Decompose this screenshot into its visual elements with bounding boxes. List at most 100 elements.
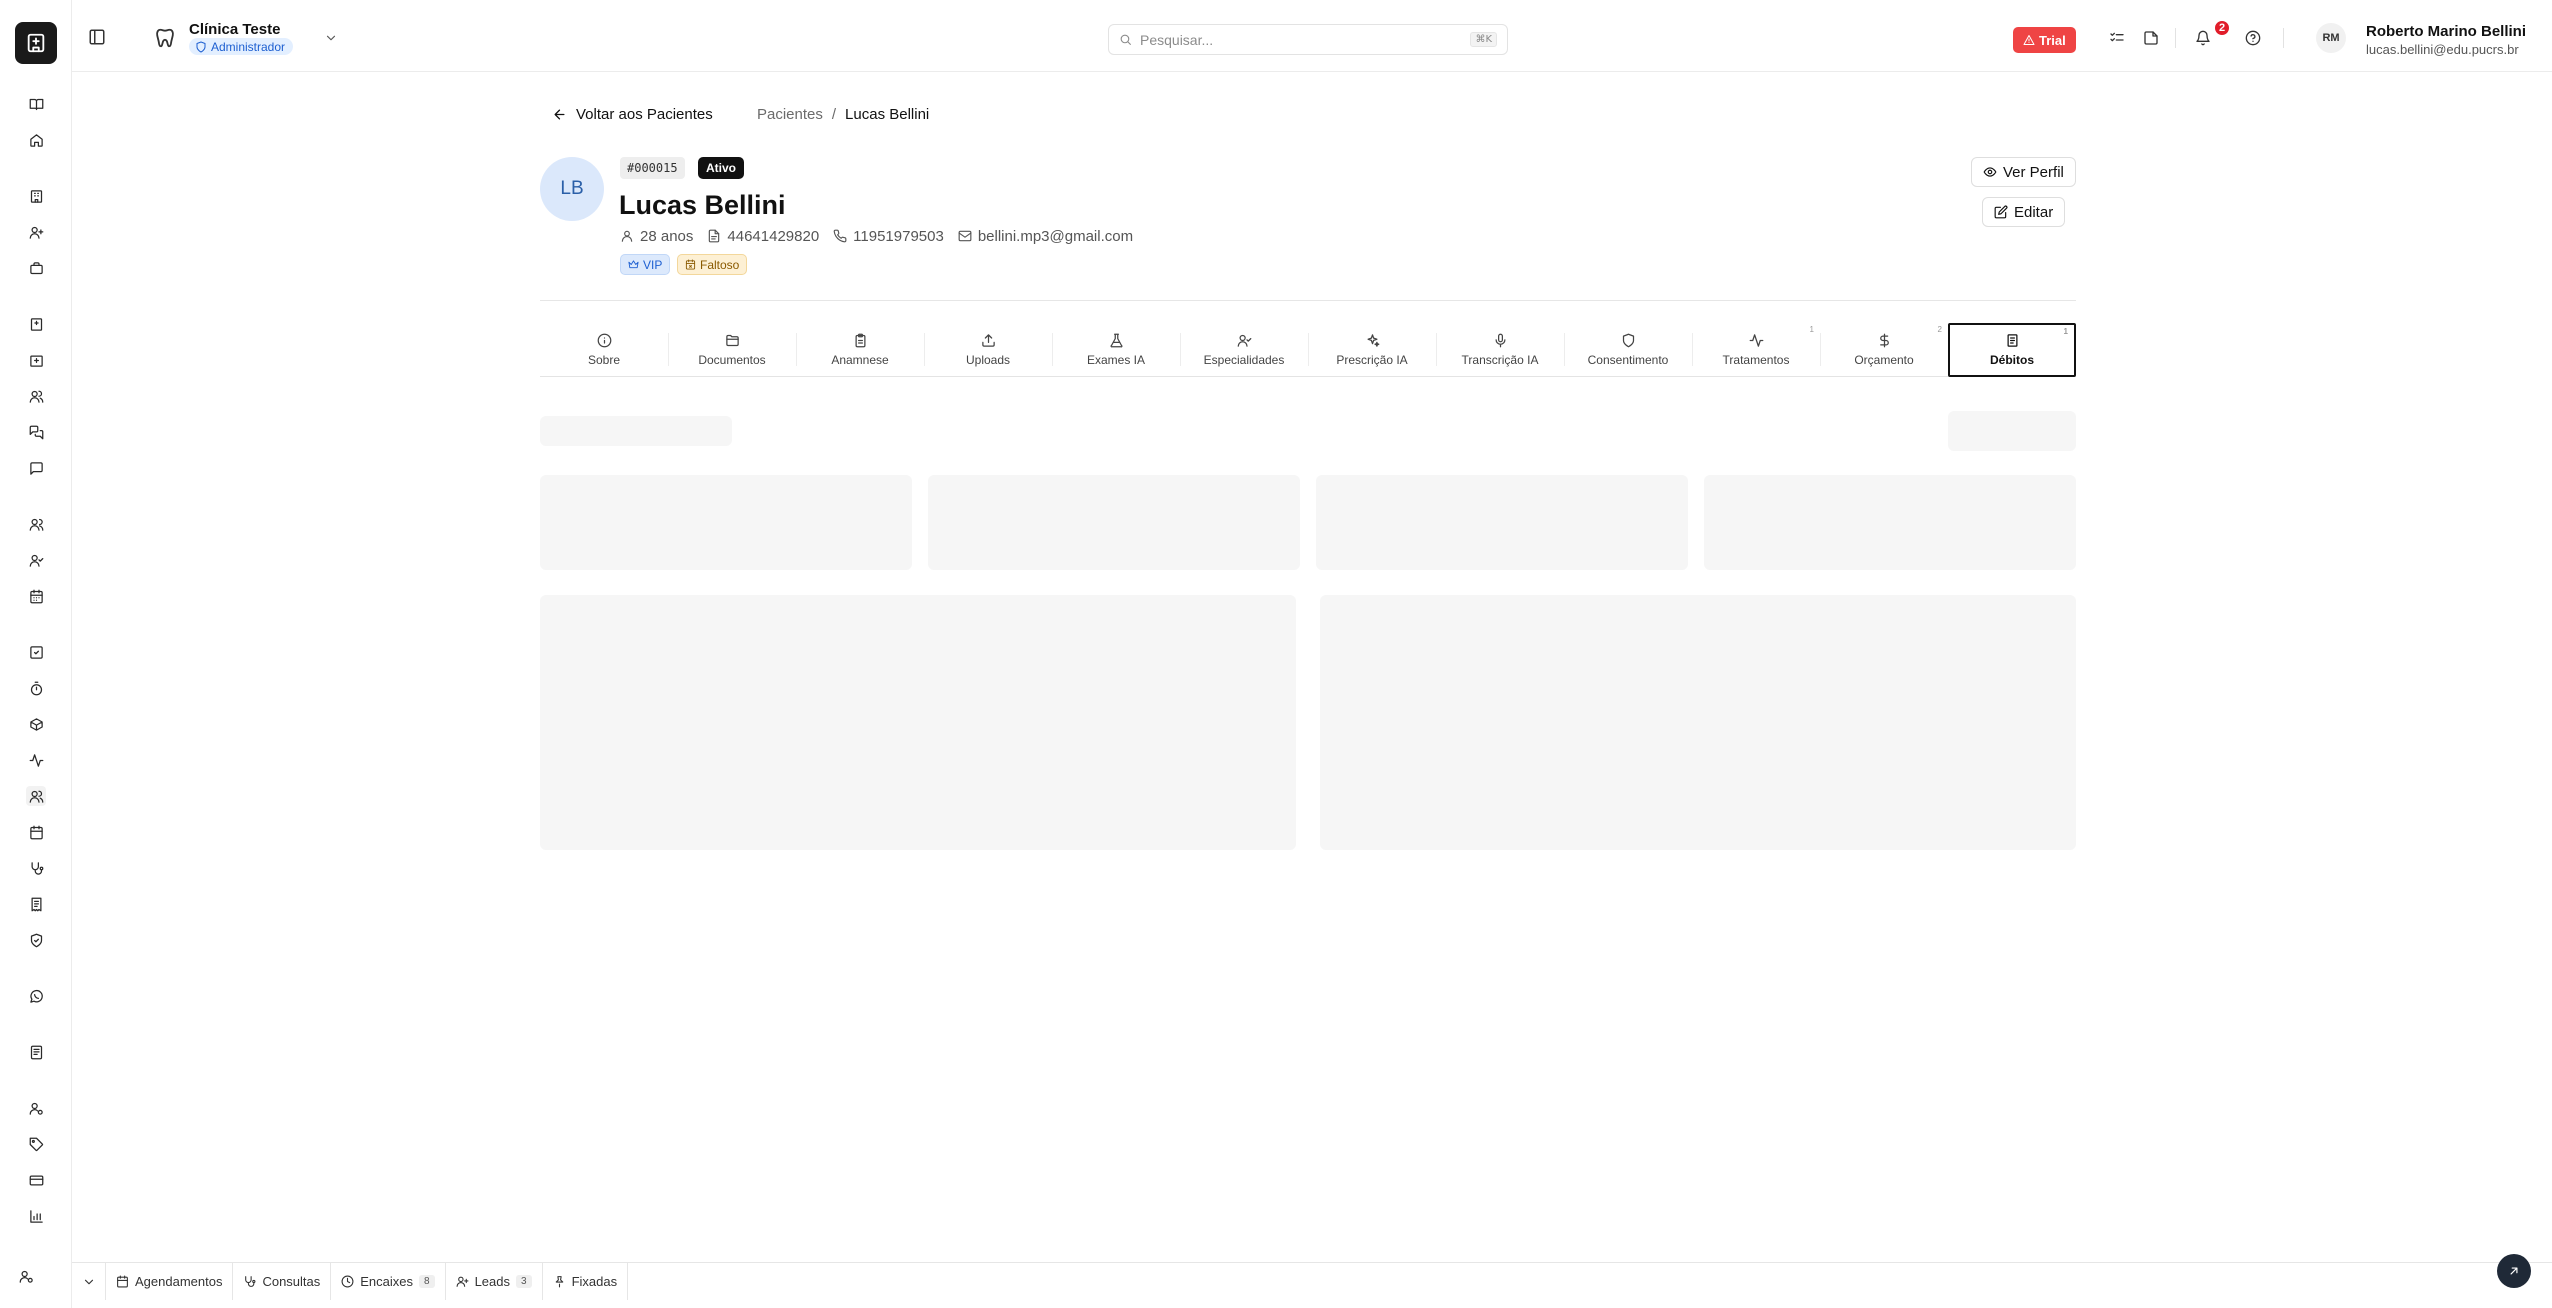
tab-exames-ia[interactable]: Exames IA xyxy=(1052,323,1180,377)
skeleton-stat-card xyxy=(1316,475,1688,570)
sidebar-item-tasks[interactable] xyxy=(26,642,46,662)
sidebar-item-package[interactable] xyxy=(26,714,46,734)
skeleton-stat-card xyxy=(540,475,912,570)
tab-especialidades[interactable]: Especialidades xyxy=(1180,323,1308,377)
sidebar-item-timer[interactable] xyxy=(26,678,46,698)
clinic-switcher-button[interactable] xyxy=(324,31,338,45)
sidebar-item-calendar[interactable] xyxy=(26,586,46,606)
sidebar-item-hospital[interactable] xyxy=(26,350,46,370)
sidebar-item-card[interactable] xyxy=(26,1170,46,1190)
sidebar-item-clinic[interactable] xyxy=(26,314,46,334)
sidebar-toggle-button[interactable] xyxy=(88,28,106,46)
sidebar-item-patients[interactable] xyxy=(26,786,46,806)
patient-phone: 11951979503 xyxy=(833,228,944,245)
checklist-button[interactable] xyxy=(2109,30,2125,46)
section-divider xyxy=(540,300,2076,301)
user-cog-icon xyxy=(19,1270,33,1283)
user-cog-icon xyxy=(29,1102,43,1115)
patient-document-value: 44641429820 xyxy=(727,227,820,245)
edit-icon xyxy=(1994,205,2008,219)
sidebar-item-user-plus[interactable] xyxy=(26,222,46,242)
search-input[interactable]: Pesquisar... ⌘K xyxy=(1108,24,1508,55)
clipboard-icon xyxy=(855,333,865,348)
sidebar-item-messages[interactable] xyxy=(26,422,46,442)
tab-orcamento[interactable]: Orçamento 2 xyxy=(1820,323,1948,377)
sidebar-item-schedule[interactable] xyxy=(26,822,46,842)
sidebar-item-whatsapp[interactable] xyxy=(26,986,46,1006)
sidebar-item-book[interactable] xyxy=(26,94,46,114)
bottom-dock: Agendamentos Consultas Encaixes 8 Leads … xyxy=(72,1262,2552,1300)
flask-icon xyxy=(1110,333,1122,348)
tab-tratamentos[interactable]: Tratamentos 1 xyxy=(1692,323,1820,377)
tab-prescricao-ia[interactable]: Prescrição IA xyxy=(1308,323,1436,377)
help-button[interactable] xyxy=(2245,30,2261,46)
sidebar-item-receipt[interactable] xyxy=(26,894,46,914)
building-icon xyxy=(30,189,42,203)
square-check-icon xyxy=(29,645,43,659)
dock-item-leads[interactable]: Leads 3 xyxy=(446,1263,543,1300)
notes-button[interactable] xyxy=(2143,30,2159,46)
notification-count-badge: 2 xyxy=(2213,19,2231,37)
notifications-button[interactable] xyxy=(2195,30,2211,46)
app-logo[interactable] xyxy=(15,22,57,64)
sidebar-item-chat[interactable] xyxy=(26,458,46,478)
tag-faltoso: Faltoso xyxy=(677,254,748,275)
sidebar-item-building[interactable] xyxy=(26,186,46,206)
dock-item-fixadas[interactable]: Fixadas xyxy=(543,1263,629,1300)
patient-email: bellini.mp3@gmail.com xyxy=(958,228,1133,245)
dock-item-label: Agendamentos xyxy=(135,1274,223,1289)
sidebar-item-account[interactable] xyxy=(16,1266,36,1286)
search-shortcut: ⌘K xyxy=(1470,32,1497,47)
tab-sobre[interactable]: Sobre xyxy=(540,323,668,377)
sidebar-item-activity[interactable] xyxy=(26,750,46,770)
help-circle-icon xyxy=(2245,30,2261,46)
sidebar-item-users[interactable] xyxy=(26,386,46,406)
clinic-name[interactable]: Clínica Teste xyxy=(189,21,280,38)
tab-uploads[interactable]: Uploads xyxy=(924,323,1052,377)
dock-item-agendamentos[interactable]: Agendamentos xyxy=(106,1263,234,1300)
sidebar-item-document[interactable] xyxy=(26,1042,46,1062)
view-profile-button[interactable]: Ver Perfil xyxy=(1971,157,2076,187)
receipt-icon xyxy=(31,897,41,911)
user-name[interactable]: Roberto Marino Bellini xyxy=(2366,23,2526,40)
dock-collapse-button[interactable] xyxy=(72,1263,106,1300)
tab-transcricao-ia[interactable]: Transcrição IA xyxy=(1436,323,1564,377)
back-to-patients-link[interactable]: Voltar aos Pacientes xyxy=(552,104,713,124)
patient-age: 28 anos xyxy=(620,228,693,245)
sidebar-item-home[interactable] xyxy=(26,130,46,150)
dock-item-encaixes[interactable]: Encaixes 8 xyxy=(331,1263,446,1300)
edit-button[interactable]: Editar xyxy=(1982,197,2066,227)
sidebar-item-user-check[interactable] xyxy=(26,550,46,570)
folder-icon xyxy=(725,334,739,347)
sidebar-item-chart[interactable] xyxy=(26,1206,46,1226)
activity-icon xyxy=(29,753,43,767)
trial-badge[interactable]: Trial xyxy=(2013,27,2076,53)
patient-phone-value: 11951979503 xyxy=(853,227,944,245)
skeleton-panel xyxy=(540,595,1296,850)
dock-item-consultas[interactable]: Consultas xyxy=(233,1263,332,1300)
tab-label: Anamnese xyxy=(831,353,889,367)
breadcrumb-patients[interactable]: Pacientes xyxy=(757,106,823,123)
tab-documentos[interactable]: Documentos xyxy=(668,323,796,377)
sidebar-item-user-cog[interactable] xyxy=(26,1098,46,1118)
user-icon xyxy=(621,230,633,242)
breadcrumb-separator: / xyxy=(831,106,837,123)
user-avatar[interactable]: RM xyxy=(2316,23,2346,53)
tab-anamnese[interactable]: Anamnese xyxy=(796,323,924,377)
sidebar-item-stethoscope[interactable] xyxy=(26,858,46,878)
sparkles-icon xyxy=(1367,334,1379,347)
sidebar-item-team[interactable] xyxy=(26,514,46,534)
header-divider xyxy=(2175,28,2176,48)
sidebar-item-briefcase[interactable] xyxy=(26,258,46,278)
tab-consentimento[interactable]: Consentimento xyxy=(1564,323,1692,377)
tab-count: 1 xyxy=(1809,325,1814,334)
dock-item-count: 3 xyxy=(516,1275,532,1288)
skeleton-stat-card xyxy=(928,475,1300,570)
sidebar-item-tag[interactable] xyxy=(26,1134,46,1154)
role-badge: Administrador xyxy=(189,38,294,55)
breadcrumb-current: Lucas Bellini xyxy=(845,106,930,123)
tab-debitos[interactable]: Débitos 1 xyxy=(1948,323,2076,377)
briefcase-icon xyxy=(29,261,43,274)
floating-action-button[interactable] xyxy=(2497,1254,2531,1288)
sidebar-item-shield[interactable] xyxy=(26,930,46,950)
